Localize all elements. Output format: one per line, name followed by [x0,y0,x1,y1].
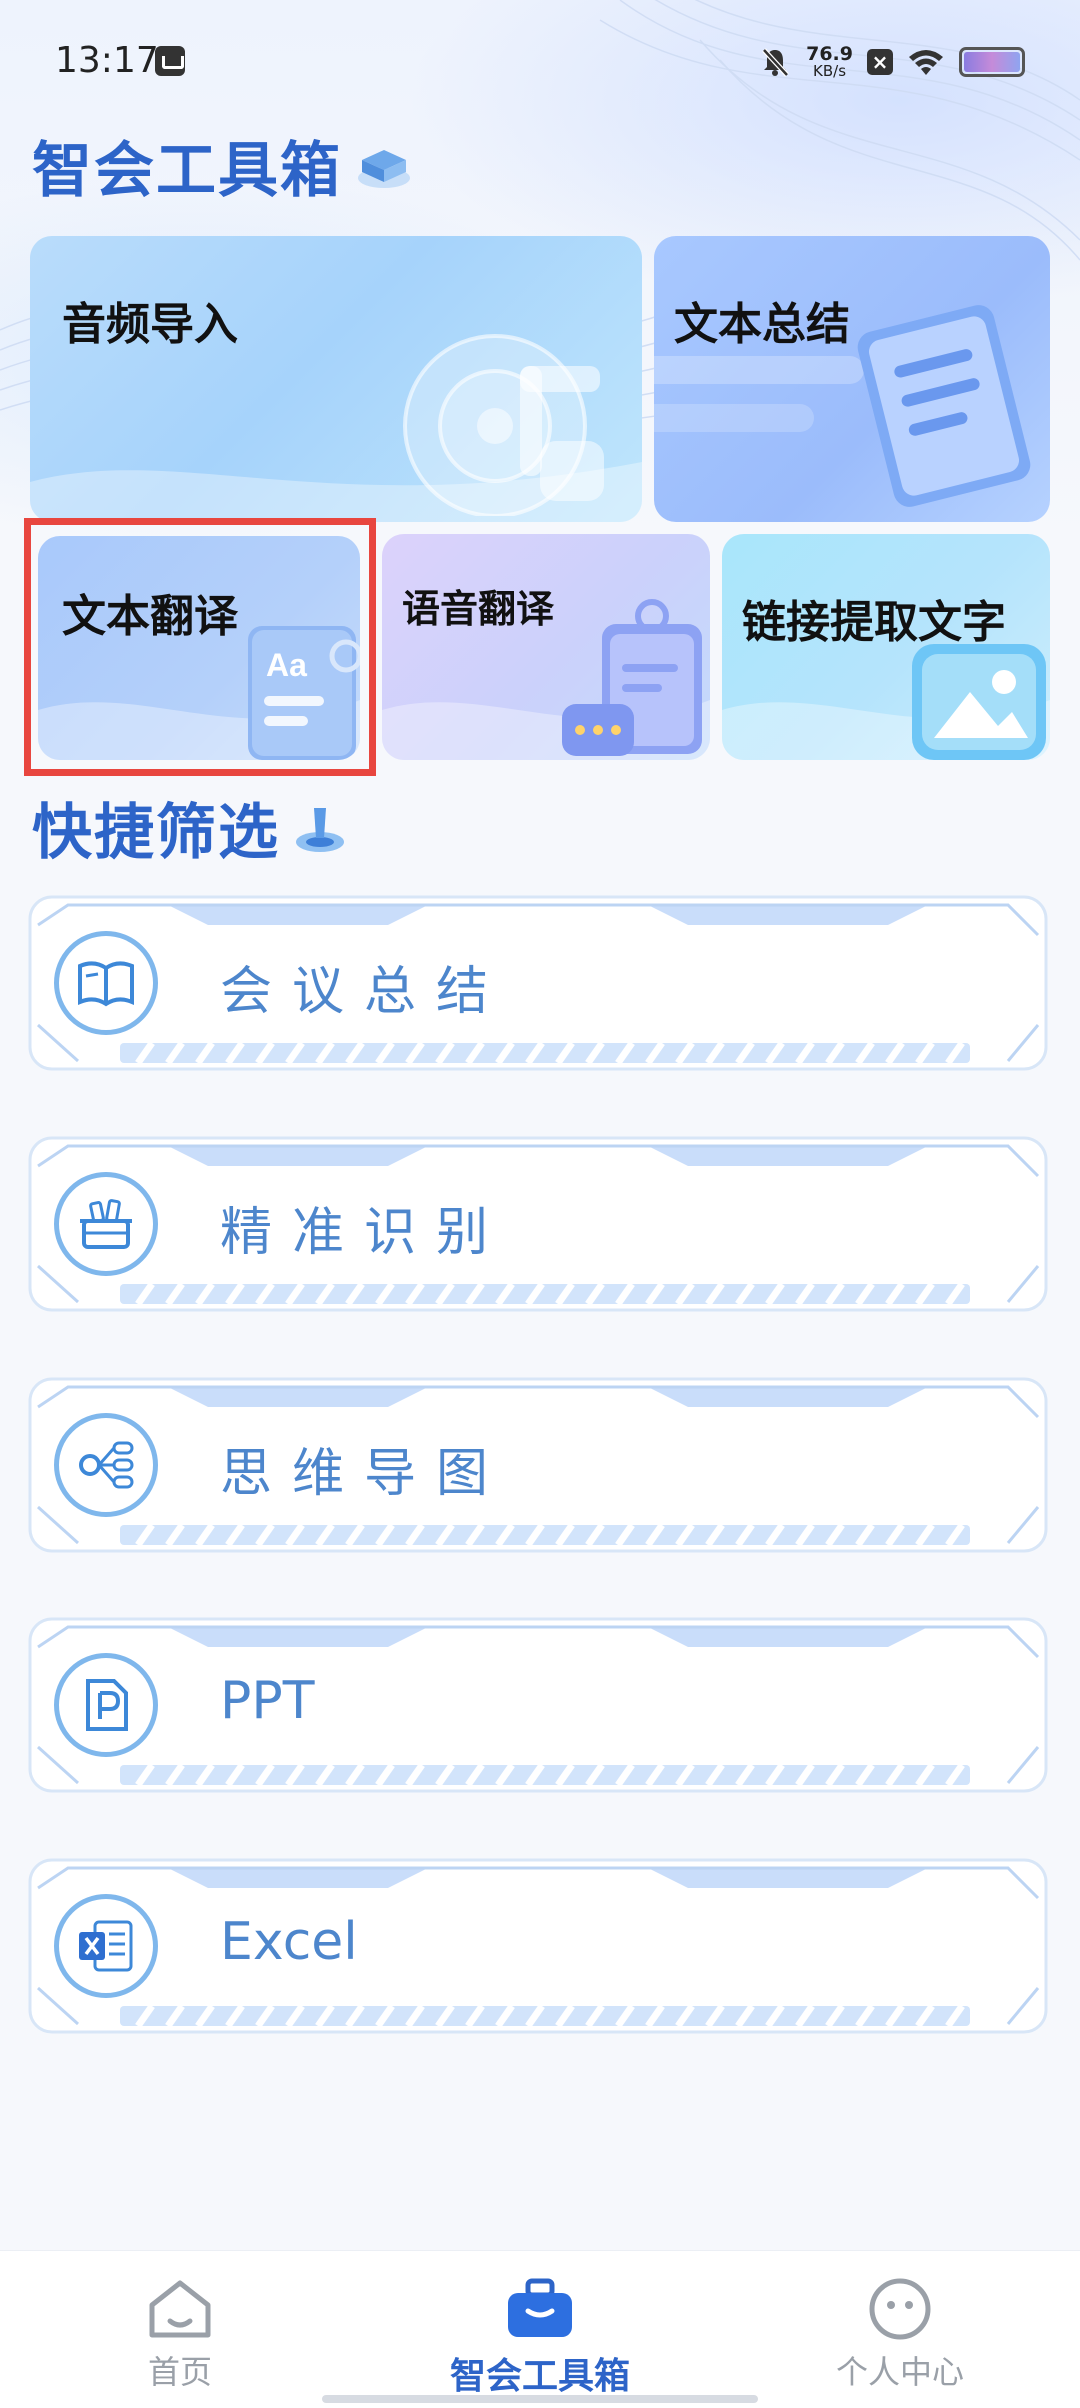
toolbox-3d-icon [358,149,410,188]
document-icon [857,305,1031,507]
music-disc-icon [403,334,604,516]
basket-icon [54,1172,158,1276]
page-title-text: 智会工具箱 [32,136,342,206]
image-icon [912,644,1046,760]
filter-frame [28,1617,1048,1793]
excel-file-icon [54,1894,158,1998]
text-summary-card[interactable]: 文本总结 [654,236,1050,522]
quick-filter-title-text: 快捷筛选 [32,798,280,868]
filter-label: PPT [220,1671,315,1731]
audio-import-label: 音频导入 [62,299,238,350]
filter-label: 会议总结 [220,962,509,1022]
filter-mind-map[interactable]: 思维导图 [28,1377,1048,1553]
filter-frame [28,1858,1048,2034]
nav-home[interactable]: 首页 [30,2251,330,2408]
status-time: 13:17 [55,40,159,81]
selection-highlight [24,518,376,776]
filter-excel[interactable]: Excel [28,1858,1048,2034]
status-bar: 13:17 76.9 KB/s × [0,0,1080,120]
filter-meeting-summary[interactable]: 会议总结 [28,895,1048,1071]
chat-clipboard-icon [562,599,702,756]
quick-filter-title: 快捷筛选 [32,784,348,871]
book-icon [54,931,158,1035]
nav-profile-label: 个人中心 [835,2353,964,2391]
filter-label: Excel [220,1912,358,1972]
link-extract-label: 链接提取文字 [742,597,1006,648]
battery-icon [959,47,1025,77]
home-icon [149,2280,211,2338]
nav-profile[interactable]: 个人中心 [750,2251,1050,2408]
smiley-face-icon [869,2278,931,2340]
close-box-icon: × [867,49,893,75]
nav-home-label: 首页 [147,2353,212,2391]
filter-ppt[interactable]: PPT [28,1617,1048,1793]
link-extract-card[interactable]: 链接提取文字 [722,534,1050,760]
text-summary-label: 文本总结 [674,299,850,350]
wifi-icon [909,50,943,75]
filter-frame [28,1136,1048,1312]
network-speed: 76.9 KB/s [806,45,853,79]
ppt-file-icon [54,1653,158,1757]
filter-label: 精准识别 [220,1203,509,1263]
audio-import-card[interactable]: 音频导入 [30,236,642,522]
briefcase-icon [508,2278,572,2337]
network-speed-unit: KB/s [813,62,847,80]
bell-muted-icon [762,48,789,77]
filter-frame [28,895,1048,1071]
home-indicator[interactable] [322,2395,758,2403]
voice-translate-card[interactable]: 语音翻译 [382,534,710,760]
filter-frame [28,1377,1048,1553]
notification-app-icon [155,46,185,76]
page-title: 智会工具箱 [32,122,414,209]
nav-toolbox-label: 智会工具箱 [449,2356,630,2397]
nav-toolbox[interactable]: 智会工具箱 [390,2251,690,2408]
mindmap-icon [54,1413,158,1517]
bottom-nav: 首页 智会工具箱 个人中心 [0,2250,1080,2408]
status-icons: 76.9 KB/s × [758,40,1025,84]
voice-translate-label: 语音翻译 [402,587,555,631]
filter-label: 思维导图 [220,1444,509,1504]
filter-precise-recognition[interactable]: 精准识别 [28,1136,1048,1312]
filter-3d-icon [296,807,344,852]
